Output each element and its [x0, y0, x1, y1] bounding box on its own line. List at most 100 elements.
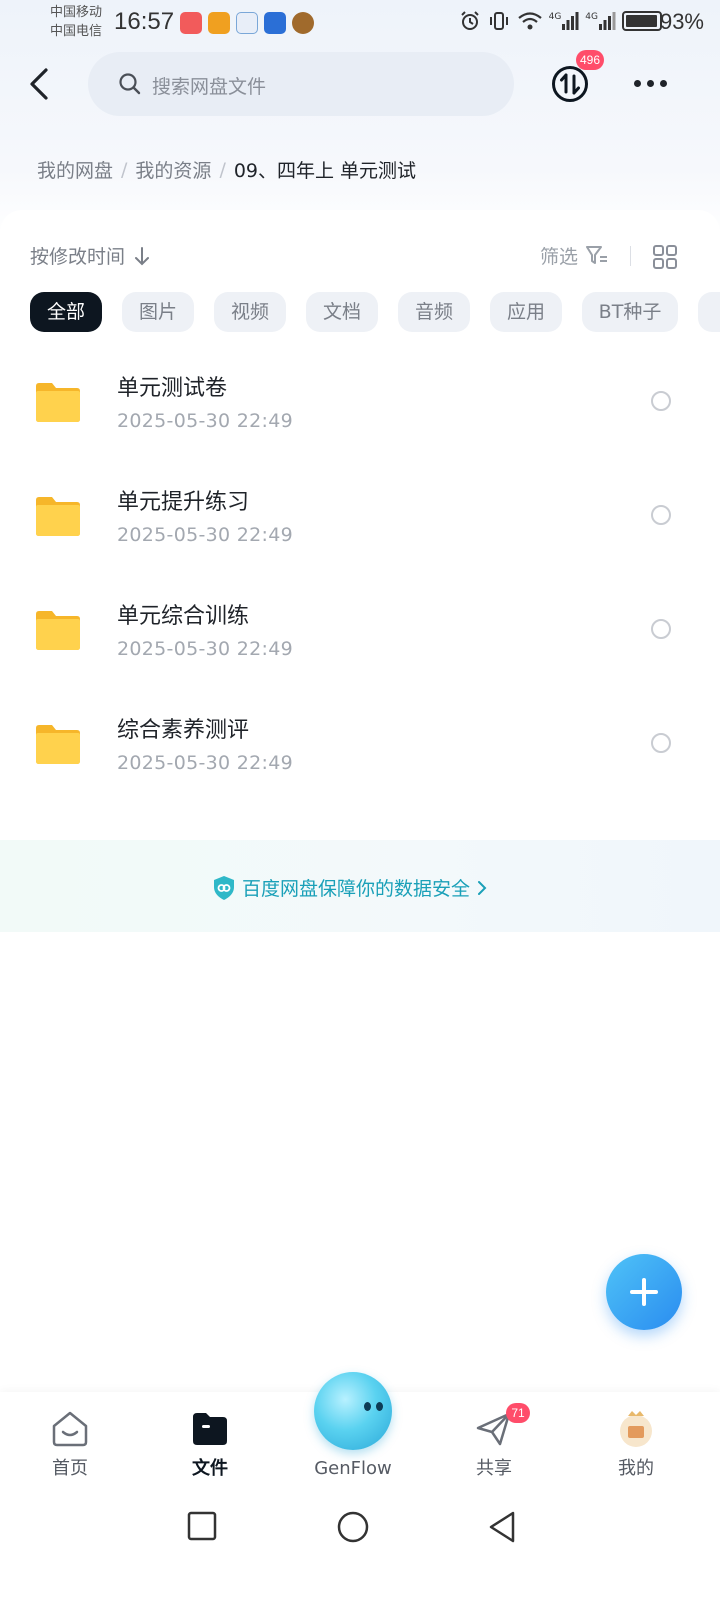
list-item[interactable]: 单元提升练习 2025-05-30 22:49 — [0, 470, 720, 584]
nav-mine[interactable]: 我的 — [586, 1410, 686, 1480]
breadcrumb-separator: / — [121, 158, 128, 181]
file-name: 单元综合训练 — [117, 604, 250, 629]
tab-audio[interactable]: 音频 — [398, 292, 470, 332]
folder-icon — [36, 497, 80, 536]
files-folder-icon — [193, 1413, 227, 1445]
carrier-1: 中国移动 — [50, 5, 103, 20]
file-date: 2025-05-30 22:49 — [117, 410, 294, 432]
file-date: 2025-05-30 22:49 — [117, 752, 294, 774]
home-circle-icon[interactable] — [336, 1510, 370, 1544]
search-icon — [119, 73, 141, 95]
tab-more[interactable] — [698, 292, 720, 332]
list-item[interactable]: 综合素养测评 2025-05-30 22:49 — [0, 698, 720, 812]
signal-1: 4G — [549, 12, 580, 30]
folder-icon — [36, 383, 80, 422]
file-name: 单元测试卷 — [117, 376, 228, 401]
toolbar-divider — [630, 246, 631, 266]
system-navigation-bar — [0, 1496, 720, 1600]
home-icon — [52, 1411, 88, 1447]
avatar — [620, 1411, 652, 1447]
app-notification-icon — [208, 12, 230, 34]
search-placeholder: 搜索网盘文件 — [152, 76, 267, 98]
genflow-button[interactable] — [314, 1372, 392, 1450]
sort-button[interactable]: 按修改时间 — [30, 242, 125, 269]
breadcrumb-item-resources[interactable]: 我的资源 — [135, 156, 211, 183]
signal-icon — [599, 12, 616, 30]
safety-banner-content: 百度网盘保障你的数据安全 — [212, 874, 488, 901]
recent-apps-icon[interactable] — [186, 1510, 218, 1542]
carrier-info: 中国移动 中国电信 — [50, 3, 102, 41]
nav-files[interactable]: 文件 — [160, 1410, 260, 1480]
dot-icon — [647, 80, 654, 87]
category-tabs: 全部 图片 视频 文档 音频 应用 BT种子 — [30, 292, 720, 334]
breadcrumb-separator: / — [219, 158, 226, 181]
filter-button[interactable]: 筛选 — [540, 242, 578, 269]
nav-mine-label: 我的 — [618, 1458, 654, 1479]
safety-banner[interactable]: 百度网盘保障你的数据安全 — [0, 840, 720, 932]
nav-home-label: 首页 — [52, 1458, 88, 1479]
nav-share[interactable]: 共享 — [444, 1410, 544, 1480]
folder-icon — [36, 611, 80, 650]
system-status-icons: 4G 4G — [459, 10, 662, 32]
signal-2: 4G — [585, 12, 616, 30]
app-notification-icon — [292, 12, 314, 34]
tab-documents[interactable]: 文档 — [306, 292, 378, 332]
breadcrumb-item-root[interactable]: 我的网盘 — [37, 156, 113, 183]
battery-percent: 93% — [659, 9, 704, 34]
file-name: 综合素养测评 — [117, 718, 250, 743]
dot-icon — [634, 80, 641, 87]
tab-bt-torrents[interactable]: BT种子 — [582, 292, 678, 332]
search-input[interactable]: 搜索网盘文件 — [88, 52, 514, 116]
file-browser-panel: 按修改时间 筛选 全部 图片 视频 文档 音频 应用 BT种子 单元测试卷 20… — [0, 210, 720, 1390]
tab-images[interactable]: 图片 — [122, 292, 194, 332]
select-checkbox[interactable] — [651, 505, 671, 525]
file-date: 2025-05-30 22:49 — [117, 524, 294, 546]
vibrate-icon — [489, 12, 508, 30]
tab-apps[interactable]: 应用 — [490, 292, 562, 332]
select-checkbox[interactable] — [651, 733, 671, 753]
list-item[interactable]: 单元测试卷 2025-05-30 22:49 — [0, 356, 720, 470]
network-type-2: 4G — [585, 12, 598, 22]
add-button[interactable] — [606, 1254, 682, 1330]
filter-icon[interactable] — [585, 245, 609, 267]
grid-view-icon[interactable] — [652, 245, 678, 269]
transfer-badge: 496 — [576, 50, 605, 70]
tab-all[interactable]: 全部 — [30, 292, 102, 332]
status-time: 16:57 — [114, 8, 175, 35]
shield-icon — [214, 875, 234, 900]
safety-banner-text: 百度网盘保障你的数据安全 — [242, 878, 471, 900]
back-triangle-icon[interactable] — [486, 1510, 518, 1544]
more-options-button[interactable] — [634, 80, 667, 87]
network-type-1: 4G — [548, 12, 562, 22]
select-checkbox[interactable] — [651, 391, 671, 411]
breadcrumb-current: 09、四年上 单元测试 — [233, 160, 417, 182]
chevron-right-icon — [478, 880, 487, 895]
transfer-list-icon[interactable] — [550, 64, 590, 104]
list-item[interactable]: 单元综合训练 2025-05-30 22:49 — [0, 584, 720, 698]
file-name: 单元提升练习 — [117, 490, 250, 515]
nav-share-label: 共享 — [476, 1458, 512, 1479]
dot-icon — [660, 80, 667, 87]
nav-files-label: 文件 — [192, 1458, 228, 1479]
status-bar: 中国移动 中国电信 16:57 4G 4G 93% — [0, 0, 720, 46]
notification-icons — [180, 12, 314, 34]
orb-eye-icon — [364, 1402, 371, 1411]
file-list: 单元测试卷 2025-05-30 22:49 单元提升练习 2025-05-30… — [0, 356, 720, 812]
app-notification-icon — [264, 12, 286, 34]
battery-icon — [622, 11, 662, 31]
select-checkbox[interactable] — [651, 619, 671, 639]
orb-eye-icon — [376, 1402, 383, 1411]
back-arrow-icon[interactable] — [22, 64, 62, 104]
nav-home[interactable]: 首页 — [20, 1410, 120, 1480]
share-badge: 71 — [506, 1403, 530, 1423]
tab-videos[interactable]: 视频 — [214, 292, 286, 332]
signal-icon — [562, 12, 579, 30]
sort-down-arrow-icon[interactable] — [134, 246, 150, 268]
file-date: 2025-05-30 22:49 — [117, 638, 294, 660]
sort-filter-bar: 按修改时间 筛选 — [30, 242, 690, 272]
top-header: 搜索网盘文件 496 — [0, 50, 720, 116]
app-notification-icon — [180, 12, 202, 34]
alarm-icon — [460, 11, 479, 30]
carrier-2: 中国电信 — [50, 24, 103, 39]
breadcrumb: 我的网盘 / 我的资源 / 09、四年上 单元测试 — [37, 156, 416, 183]
